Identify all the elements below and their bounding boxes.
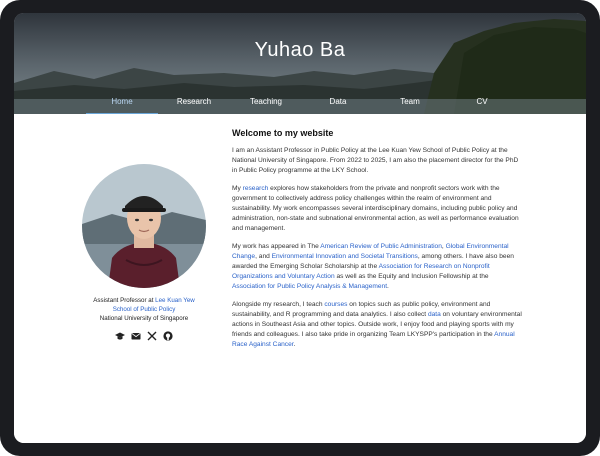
site-title[interactable]: Yuhao Ba: [14, 39, 586, 62]
research-link[interactable]: research: [243, 185, 269, 192]
graduation-cap-icon[interactable]: [115, 331, 125, 341]
bio-university: National University of Singapore: [99, 315, 189, 322]
social-links: [74, 331, 214, 341]
x-icon[interactable]: [147, 331, 157, 341]
courses-link[interactable]: courses: [324, 301, 347, 308]
top-nav: Home Research Teaching Data Team CV: [86, 95, 518, 114]
teach-text-a: Alongside my research, I teach: [232, 301, 325, 308]
screen: Yuhao Ba Home Research Teaching Data Tea…: [14, 13, 586, 443]
github-icon[interactable]: [163, 331, 173, 341]
pub-text-a: My work has appeared in The: [232, 243, 321, 250]
nav-team[interactable]: Team: [374, 95, 446, 114]
email-icon[interactable]: [131, 331, 141, 341]
eist-link[interactable]: Environmental Innovation and Societal Tr…: [272, 253, 418, 260]
research-paragraph: My research explores how stakeholders fr…: [232, 184, 522, 234]
nav-home[interactable]: Home: [86, 95, 158, 114]
teach-text-d: .: [293, 341, 296, 348]
bio-school: School of Public Policy: [74, 305, 214, 314]
research-text-a: My: [232, 185, 243, 192]
pub-text-e: as well as the Equity and Inclusion Fell…: [334, 273, 489, 280]
welcome-heading: Welcome to my website: [232, 128, 334, 138]
publications-paragraph: My work has appeared in The American Rev…: [232, 242, 522, 292]
arpa-link[interactable]: American Review of Public Administration: [320, 243, 442, 250]
nav-teaching[interactable]: Teaching: [230, 95, 302, 114]
bio-prefix: Assistant Professor at: [93, 297, 156, 304]
teaching-paragraph: Alongside my research, I teach courses o…: [232, 300, 522, 350]
profile-sidebar: Assistant Professor at Lee Kuan Yew Scho…: [74, 164, 214, 341]
tablet-frame: Yuhao Ba Home Research Teaching Data Tea…: [0, 0, 600, 456]
nav-cv[interactable]: CV: [446, 95, 518, 114]
nav-data[interactable]: Data: [302, 95, 374, 114]
bio-title: Assistant Professor at Lee Kuan Yew: [74, 296, 214, 305]
intro-paragraph: I am an Assistant Professor in Public Po…: [232, 147, 519, 174]
pub-text-f: .: [387, 283, 389, 290]
page-content: Assistant Professor at Lee Kuan Yew Scho…: [14, 114, 586, 443]
profile-photo: [82, 164, 206, 288]
school-link[interactable]: School of Public Policy: [113, 306, 176, 313]
hero-banner: Yuhao Ba Home Research Teaching Data Tea…: [14, 13, 586, 114]
pub-text-c: , and: [255, 253, 272, 260]
main-column: Welcome to my website I am an Assistant …: [232, 128, 522, 358]
avatar: [82, 164, 206, 288]
data-link[interactable]: data: [428, 311, 441, 318]
research-text-b: explores how stakeholders from the priva…: [232, 185, 519, 232]
lky-link[interactable]: Lee Kuan Yew: [155, 297, 195, 304]
nav-research[interactable]: Research: [158, 95, 230, 114]
appam-link[interactable]: Association for Public Policy Analysis &…: [232, 283, 387, 290]
